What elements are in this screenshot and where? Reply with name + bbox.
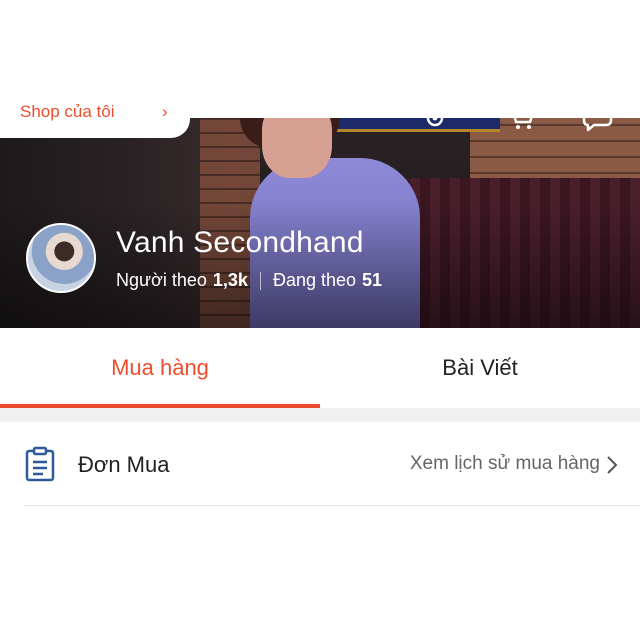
chat-icon[interactable] xyxy=(580,106,614,132)
avatar[interactable] xyxy=(26,223,96,293)
empty-content-area xyxy=(0,506,640,640)
top-action-icons xyxy=(0,106,640,134)
followers-label: Người theo xyxy=(116,270,207,290)
following-label: Đang theo xyxy=(272,270,357,290)
profile-name: Vanh Secondhand xyxy=(116,226,364,259)
cart-icon[interactable] xyxy=(504,106,538,132)
tab-bai-viet[interactable]: Bài Viết xyxy=(320,328,640,408)
tab-mua-hang[interactable]: Mua hàng xyxy=(0,328,320,408)
profile-tabs: Mua hàng Bài Viết xyxy=(0,328,640,408)
chevron-right-icon xyxy=(607,456,618,474)
clipboard-icon xyxy=(25,446,55,482)
my-orders-row[interactable]: Đơn Mua Xem lịch sử mua hàng xyxy=(0,422,640,506)
stats-divider xyxy=(259,271,261,290)
settings-icon[interactable] xyxy=(418,106,452,132)
purchase-history-link[interactable]: Xem lịch sử mua hàng xyxy=(410,453,600,475)
section-divider xyxy=(0,408,640,422)
my-orders-label: Đơn Mua xyxy=(78,452,170,477)
profile-stats: Người theo 1,3k Đang theo 51 xyxy=(116,270,382,291)
following-count[interactable]: 51 xyxy=(362,270,382,291)
followers-count[interactable]: 1,3k xyxy=(213,270,248,291)
cover-photo xyxy=(0,118,640,328)
